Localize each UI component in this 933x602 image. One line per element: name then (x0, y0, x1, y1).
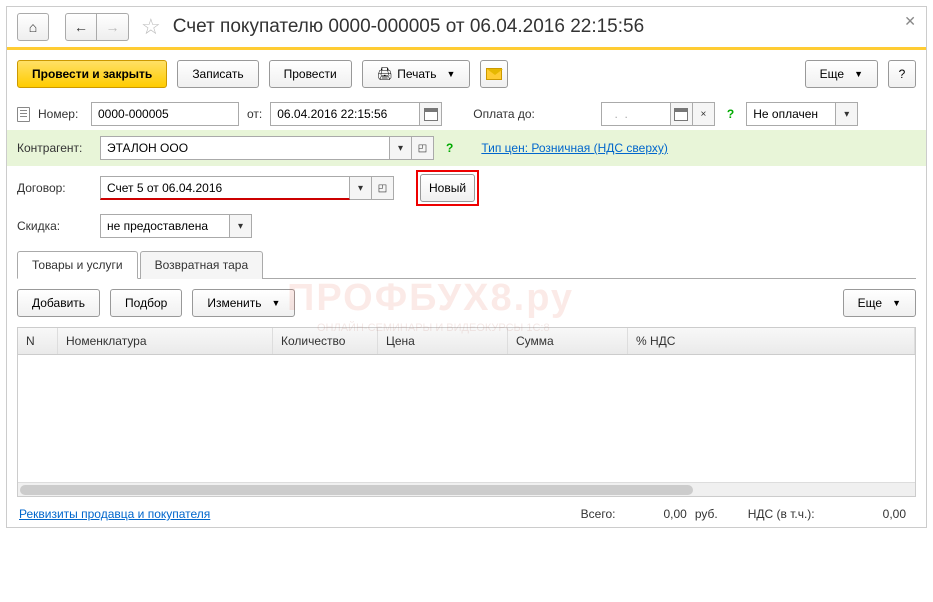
back-button[interactable]: ← (65, 13, 97, 41)
window-title: Счет покупателю 0000-000005 от 06.04.201… (173, 16, 644, 38)
dropdown-button[interactable]: ▾ (836, 102, 858, 126)
date-label: от: (247, 107, 262, 121)
email-button[interactable] (480, 60, 508, 88)
col-sum: Сумма (508, 328, 628, 354)
post-button[interactable]: Провести (269, 60, 352, 88)
seller-buyer-link[interactable]: Реквизиты продавца и покупателя (19, 507, 210, 521)
items-table[interactable]: N Номенклатура Количество Цена Сумма % Н… (17, 327, 916, 497)
dropdown-button[interactable]: ▾ (390, 136, 412, 160)
favorite-star-icon[interactable]: ☆ (141, 14, 161, 40)
table-more-button[interactable]: Еще▼ (843, 289, 916, 317)
help-button[interactable]: ? (888, 60, 916, 88)
discount-select[interactable] (100, 214, 230, 238)
contract-input[interactable] (100, 176, 350, 200)
price-type-link[interactable]: Тип цен: Розничная (НДС сверху) (481, 141, 668, 155)
number-input[interactable] (91, 102, 239, 126)
chevron-down-icon: ▼ (892, 298, 901, 308)
total-label: Всего: (581, 507, 616, 521)
vat-value: 0,00 (883, 507, 906, 521)
col-n: N (18, 328, 58, 354)
help-icon[interactable]: ? (442, 141, 457, 155)
close-button[interactable]: ✕ (904, 13, 916, 30)
calendar-button[interactable] (420, 102, 442, 126)
forward-button[interactable]: → (97, 13, 129, 41)
home-button[interactable]: ⌂ (17, 13, 49, 41)
calendar-icon (674, 108, 688, 121)
col-quantity: Количество (273, 328, 378, 354)
dropdown-button[interactable]: ▾ (230, 214, 252, 238)
new-button-highlight: Новый (416, 170, 479, 206)
col-nomenclature: Номенклатура (58, 328, 273, 354)
pay-until-input[interactable] (601, 102, 671, 126)
printer-icon: 🖨 (377, 66, 394, 82)
clear-button[interactable]: × (693, 102, 715, 126)
contract-label: Договор: (17, 181, 92, 195)
chevron-down-icon: ▼ (271, 298, 280, 308)
date-input[interactable] (270, 102, 420, 126)
chevron-down-icon: ▼ (447, 69, 456, 79)
more-button[interactable]: Еще▼ (805, 60, 878, 88)
discount-label: Скидка: (17, 219, 92, 233)
open-button[interactable]: ◰ (412, 136, 434, 160)
edit-button[interactable]: Изменить▼ (192, 289, 295, 317)
currency-label: руб. (695, 507, 718, 521)
number-label: Номер: (38, 107, 83, 121)
save-button[interactable]: Записать (177, 60, 258, 88)
post-and-close-button[interactable]: Провести и закрыть (17, 60, 167, 88)
horizontal-scrollbar[interactable] (18, 482, 915, 496)
counterparty-input[interactable] (100, 136, 390, 160)
dropdown-button[interactable]: ▾ (350, 176, 372, 200)
tab-returnable-tare[interactable]: Возвратная тара (140, 251, 264, 279)
pay-until-label: Оплата до: (473, 107, 535, 121)
status-select[interactable] (746, 102, 836, 126)
help-icon[interactable]: ? (723, 107, 738, 121)
calendar-button[interactable] (671, 102, 693, 126)
counterparty-label: Контрагент: (17, 141, 92, 155)
document-icon (17, 107, 30, 122)
vat-label: НДС (в т.ч.): (748, 507, 815, 521)
envelope-icon (486, 68, 502, 80)
pick-button[interactable]: Подбор (110, 289, 182, 317)
col-vat: % НДС (628, 328, 915, 354)
chevron-down-icon: ▼ (854, 69, 863, 79)
total-value: 0,00 (663, 507, 686, 521)
new-contract-button[interactable]: Новый (420, 174, 475, 202)
open-button[interactable]: ◰ (372, 176, 394, 200)
print-button[interactable]: 🖨Печать▼ (362, 60, 471, 88)
calendar-icon (424, 108, 438, 121)
add-row-button[interactable]: Добавить (17, 289, 100, 317)
col-price: Цена (378, 328, 508, 354)
tab-goods[interactable]: Товары и услуги (17, 251, 138, 279)
accent-divider (7, 47, 926, 50)
